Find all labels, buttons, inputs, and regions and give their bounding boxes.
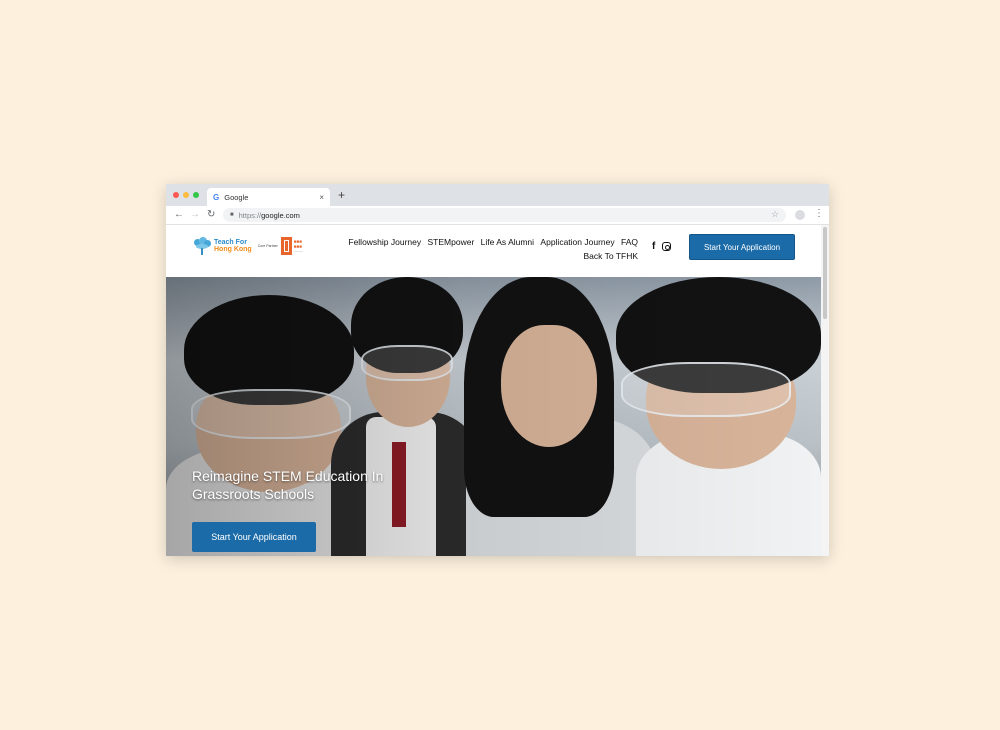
hero-banner: Reimagine STEM Education In Grassroots S… bbox=[166, 277, 821, 556]
partner-logo-icon bbox=[280, 237, 292, 255]
page-viewport: Teach For Hong Kong Core Partner ■■■ ■■■… bbox=[166, 225, 829, 556]
url-scheme: https:// bbox=[238, 210, 262, 220]
tab-title: Google bbox=[224, 192, 249, 202]
hero-overlay bbox=[166, 277, 821, 556]
tree-logo-icon bbox=[192, 237, 212, 255]
url-input[interactable]: ■ https:// google.com ☆ bbox=[223, 208, 786, 222]
scrollbar-thumb[interactable] bbox=[823, 227, 827, 319]
tfhk-logo[interactable]: Teach For Hong Kong Core Partner ■■■ ■■■… bbox=[192, 237, 303, 255]
nav-fellowship-journey[interactable]: Fellowship Journey bbox=[348, 237, 421, 247]
browser-tab[interactable]: G Google × bbox=[207, 188, 330, 206]
core-partner-label: Core Partner bbox=[257, 244, 278, 248]
partner-wordmark: ■■■ ■■■ ——— bbox=[293, 238, 303, 253]
hero-title: Reimagine STEM Education In Grassroots S… bbox=[192, 468, 384, 502]
window-controls bbox=[173, 192, 199, 198]
nav-faq[interactable]: FAQ bbox=[621, 237, 638, 247]
nav-life-as-alumni[interactable]: Life As Alumni bbox=[481, 237, 534, 247]
lock-icon: ■ bbox=[230, 212, 234, 218]
tab-bar: G Google × + bbox=[166, 184, 829, 206]
browser-window: G Google × + ← → ↻ ■ https:// google.com… bbox=[166, 184, 829, 556]
minimize-window-button[interactable] bbox=[183, 192, 189, 198]
new-tab-button[interactable]: + bbox=[338, 188, 345, 202]
hero-start-application-button[interactable]: Start Your Application bbox=[192, 522, 316, 552]
instagram-icon[interactable] bbox=[662, 242, 672, 251]
address-bar: ← → ↻ ■ https:// google.com ☆ ⋮ bbox=[166, 206, 829, 225]
site-header: Teach For Hong Kong Core Partner ■■■ ■■■… bbox=[166, 225, 821, 277]
google-favicon-icon: G bbox=[213, 192, 220, 202]
start-application-button[interactable]: Start Your Application bbox=[689, 234, 795, 260]
main-nav: Fellowship Journey STEMpower Life As Alu… bbox=[332, 235, 638, 263]
menu-icon[interactable]: ⋮ bbox=[814, 208, 824, 220]
nav-stempower[interactable]: STEMpower bbox=[428, 237, 475, 247]
reload-icon[interactable]: ↻ bbox=[207, 209, 215, 221]
back-icon[interactable]: ← bbox=[174, 209, 184, 221]
forward-icon[interactable]: → bbox=[190, 209, 200, 221]
nav-application-journey[interactable]: Application Journey bbox=[540, 237, 614, 247]
nav-back-to-tfhk[interactable]: Back To TFHK bbox=[584, 251, 638, 261]
profile-icon[interactable] bbox=[795, 210, 805, 220]
close-tab-icon[interactable]: × bbox=[319, 193, 324, 202]
close-window-button[interactable] bbox=[173, 192, 179, 198]
facebook-icon[interactable]: f bbox=[652, 241, 655, 252]
maximize-window-button[interactable] bbox=[193, 192, 199, 198]
star-icon[interactable]: ☆ bbox=[771, 209, 779, 220]
url-host: google.com bbox=[261, 210, 300, 220]
tfhk-wordmark: Teach For Hong Kong bbox=[214, 239, 252, 253]
social-links: f bbox=[652, 241, 672, 252]
page-scrollbar[interactable] bbox=[821, 225, 829, 556]
